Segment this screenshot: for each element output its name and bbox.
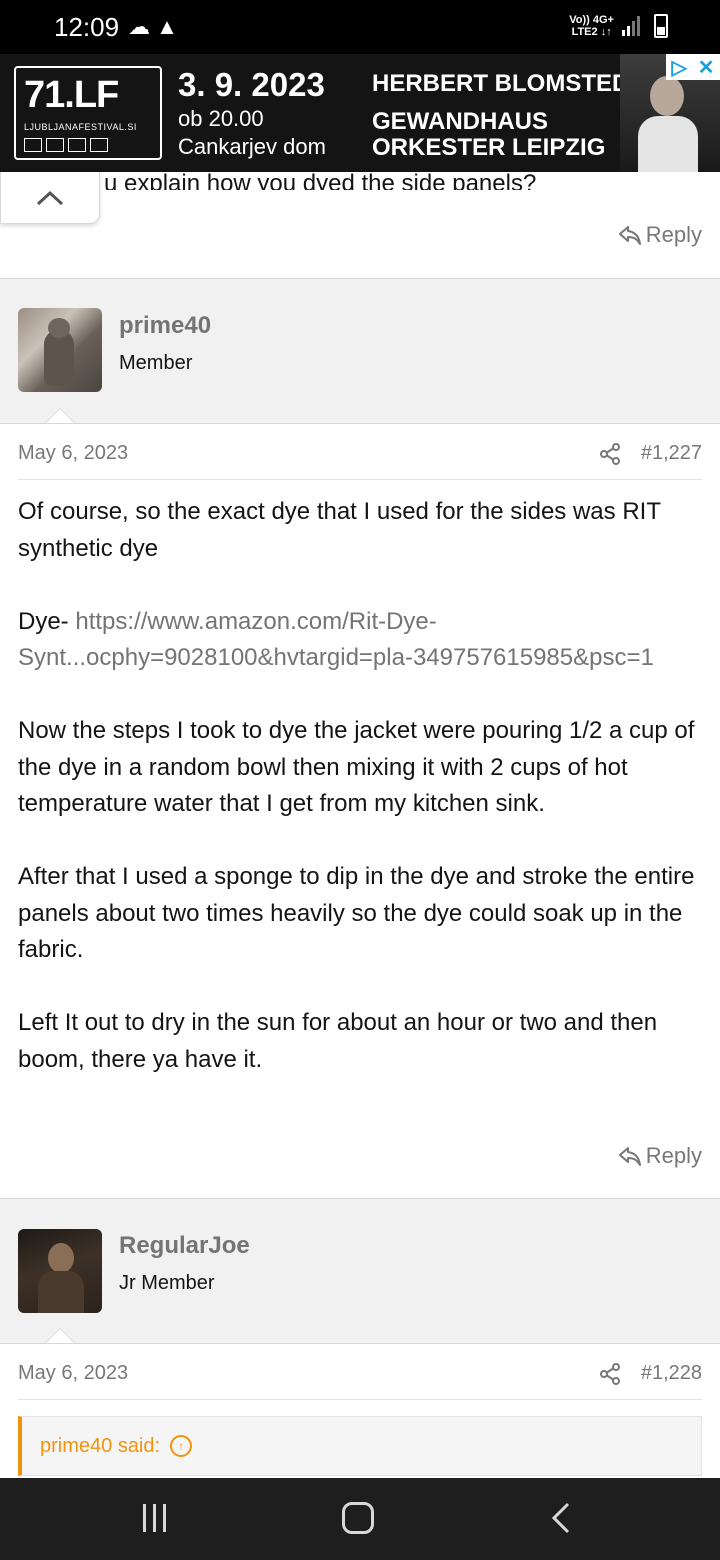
reply-label: Reply [645,1143,702,1168]
quote-author[interactable]: prime40 said: [40,1435,160,1458]
amazon-link[interactable]: https://www.amazon.com/Rit-Dye-Synt...oc… [18,608,654,672]
reply-icon [618,226,641,245]
reply-label: Reply [645,222,702,247]
quote-block[interactable]: prime40 said: ↑ [18,1416,702,1476]
post-paragraph: Left It out to dry in the sun for about … [18,1009,658,1073]
back-icon[interactable] [548,1500,572,1536]
reply-button[interactable]: Reply [618,1143,702,1169]
post-paragraph: Now the steps I took to dye the jacket w… [18,717,695,817]
ad-close-icon[interactable]: ✕ [698,55,715,80]
recent-apps-icon[interactable] [143,1504,166,1532]
avatar[interactable] [18,308,102,392]
festival-logo: 71.LF LJUBLJANAFESTIVAL.SI [14,66,162,160]
battery-icon [654,14,668,38]
post-separator [0,1198,720,1210]
ad-orchestra-line1: GEWANDHAUS [372,108,549,135]
username[interactable]: prime40 [119,312,211,340]
post-meta: May 6, 2023 #1,227 [18,428,702,480]
ad-performer: HERBERT BLOMSTEDT [372,70,644,97]
post-user-header: prime40 Member [0,290,720,424]
reply-button[interactable]: Reply [618,222,702,248]
post-user-header: RegularJoe Jr Member [0,1210,720,1344]
reply-icon [618,1147,641,1166]
avatar[interactable] [18,1229,102,1313]
share-icon[interactable] [599,442,621,465]
festival-logo-url: LJUBLJANAFESTIVAL.SI [24,122,137,132]
status-notification-icons: ☁ ▲ [128,14,178,39]
ad-banner[interactable]: 71.LF LJUBLJANAFESTIVAL.SI 3. 9. 2023 ob… [0,54,720,172]
user-title: Member [119,352,193,374]
post-body: Of course, so the exact dye that I used … [18,494,702,1115]
ad-time: ob 20.00 [178,106,264,131]
sponsor-logos [24,138,108,152]
share-icon[interactable] [599,1362,621,1385]
arrow-up-circle-icon[interactable]: ↑ [170,1435,193,1457]
post-separator [0,278,720,290]
ad-choices-button[interactable]: ▷ ✕ [666,54,720,80]
user-arrow [44,408,76,424]
status-bar: 12:09 ☁ ▲ Vo)) 4G+ LTE2 ↓↑ [0,0,720,54]
network-label-top: Vo)) 4G+ [569,14,614,26]
ad-venue: Cankarjev dom [178,134,326,159]
post-paragraph: Dye- https://www.amazon.com/Rit-Dye-Synt… [18,604,702,677]
post-meta: May 6, 2023 #1,228 [18,1348,702,1400]
signal-icon [622,16,640,36]
post-date[interactable]: May 6, 2023 [18,442,128,465]
ad-date: 3. 9. 2023 [178,66,325,103]
post-number[interactable]: #1,228 [641,1362,702,1385]
home-icon[interactable] [342,1502,374,1534]
post-date[interactable]: May 6, 2023 [18,1362,128,1385]
user-title: Jr Member [119,1272,215,1294]
status-time: 12:09 [54,12,120,42]
post-paragraph: Of course, so the exact dye that I used … [18,498,661,562]
post-number[interactable]: #1,227 [641,442,702,465]
chevron-up-icon [36,190,64,205]
network-label-bottom: LTE2 ↓↑ [571,26,612,38]
username[interactable]: RegularJoe [119,1232,250,1260]
dye-prefix: Dye- [18,607,76,635]
post-paragraph: After that I used a sponge to dip in the… [18,863,695,963]
user-arrow [44,1328,76,1344]
scroll-to-top-button[interactable] [0,172,100,224]
ad-orchestra-line2: ORKESTER LEIPZIG [372,134,606,161]
navigation-bar [0,1478,720,1560]
festival-logo-text: 71.LF [24,74,119,116]
previous-post-text: u explain how you dyed the side panels? [104,170,537,190]
ad-play-icon: ▷ [671,56,687,79]
